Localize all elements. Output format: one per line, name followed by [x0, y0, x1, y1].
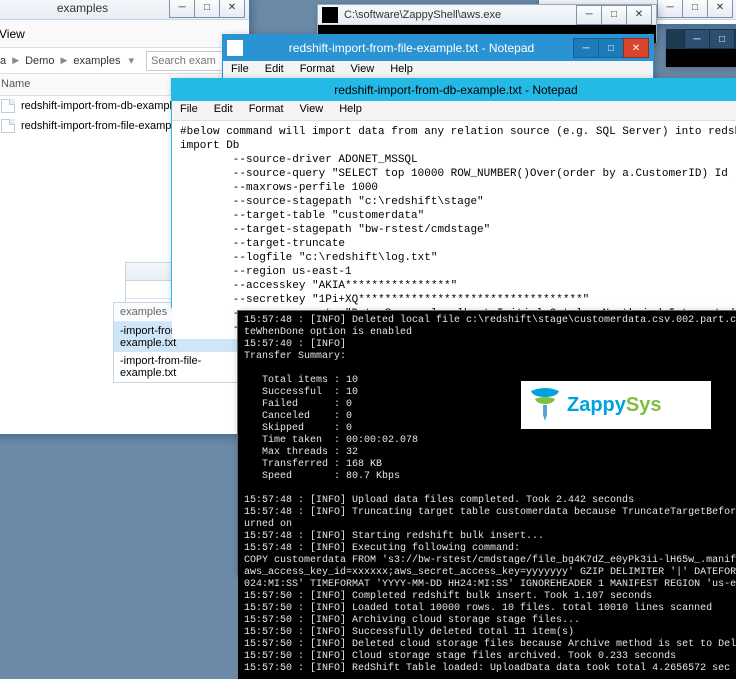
menubar: File Edit Format View Help — [172, 101, 736, 121]
menu-format[interactable]: Format — [241, 101, 292, 120]
minimize-button[interactable]: ─ — [169, 0, 195, 18]
notepad-icon — [227, 40, 243, 56]
close-button[interactable]: ✕ — [626, 5, 652, 25]
file-name: redshift-import-from-db-example.txt — [21, 100, 193, 112]
minimize-button[interactable]: ─ — [657, 0, 683, 18]
maximize-button[interactable]: □ — [194, 0, 220, 18]
window-title: examples — [0, 1, 170, 15]
breadcrumb-item[interactable]: ta — [0, 55, 6, 67]
close-button[interactable]: ✕ — [219, 0, 245, 18]
textfile-icon — [1, 99, 15, 113]
menu-file[interactable]: File — [172, 101, 206, 120]
textfile-icon — [1, 119, 15, 133]
minimize-button[interactable]: ─ — [684, 29, 710, 49]
maximize-button[interactable]: □ — [682, 0, 708, 18]
chevron-right-icon: ▶ — [60, 55, 67, 66]
notepad-window-main: redshift-import-from-db-example.txt - No… — [171, 78, 736, 308]
file-name: redshift-import-from-file-example.txt — [21, 120, 195, 132]
menu-view[interactable]: View — [292, 101, 332, 120]
minimize-button[interactable]: ─ — [573, 38, 599, 58]
breadcrumb-item[interactable]: examples — [73, 55, 120, 67]
view-tab[interactable]: View — [0, 27, 25, 41]
menu-help[interactable]: Help — [331, 101, 370, 120]
window-title: redshift-import-from-db-example.txt - No… — [176, 83, 736, 97]
close-button[interactable]: ✕ — [707, 0, 733, 18]
breadcrumb-item[interactable]: Demo — [25, 55, 54, 67]
breadcrumb[interactable]: ta ▶ Demo ▶ examples ▾ — [0, 48, 249, 74]
console-window: 15:57:48 : [INFO] Deleted local file c:\… — [237, 310, 736, 575]
close-button[interactable]: ✕ — [623, 38, 649, 58]
maximize-button[interactable]: □ — [598, 38, 624, 58]
minimize-button[interactable]: ─ — [576, 5, 602, 25]
zappysys-logo: ZappySys — [521, 381, 711, 429]
editor-content[interactable]: #below command will import data from any… — [172, 121, 736, 339]
maximize-button[interactable]: □ — [601, 5, 627, 25]
window-title: C:\software\ZappyShell\aws.exe — [344, 9, 501, 21]
file-name: -import-from-file-example.txt — [120, 355, 231, 379]
column-name[interactable]: Name — [0, 74, 171, 95]
console-output[interactable]: 15:57:48 : [INFO] Deleted local file c:\… — [238, 311, 736, 679]
chevron-right-icon: ▶ — [12, 55, 19, 66]
cmd-icon — [322, 7, 338, 23]
maximize-button[interactable]: □ — [709, 29, 735, 49]
file-row[interactable]: -import-from-file-example.txt — [114, 352, 237, 382]
window-title: redshift-import-from-file-example.txt - … — [249, 41, 574, 55]
menu-edit[interactable]: Edit — [206, 101, 241, 120]
